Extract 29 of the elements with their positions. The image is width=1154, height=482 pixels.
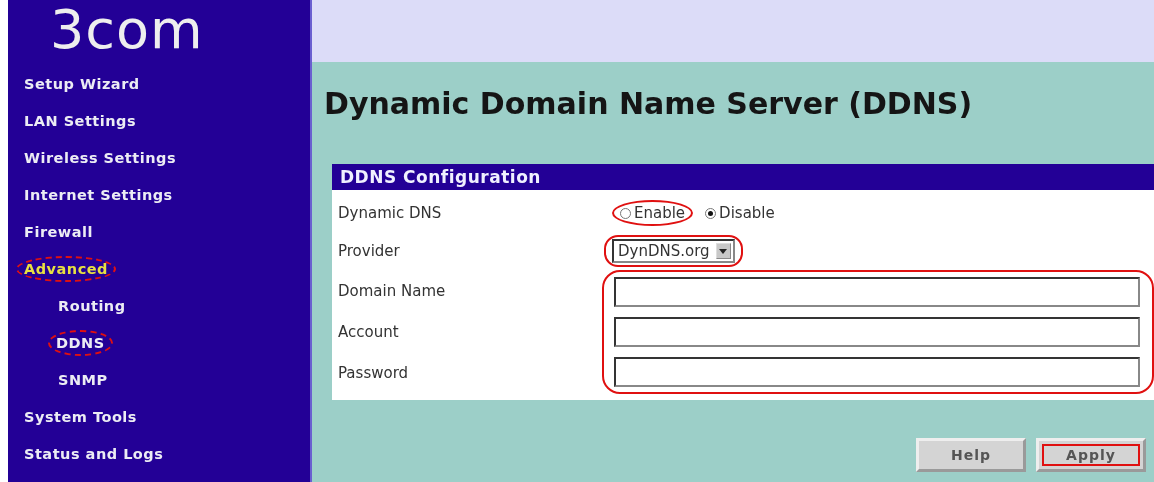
dropdown-arrow-icon [719,248,728,254]
radio-option[interactable]: Disable [697,200,783,226]
field-label: Account [337,322,400,343]
nav-item[interactable]: Firewall [20,222,97,242]
nav-item[interactable]: DDNS [48,330,113,356]
field-label: Dynamic DNS [337,203,443,224]
radio-button[interactable] [620,207,631,219]
action-button[interactable]: Apply [1036,438,1146,472]
radio-button[interactable] [705,207,717,219]
panel-title: DDNS Configuration [332,164,1154,190]
nav-item[interactable]: Wireless Settings [20,148,180,168]
input-field[interactable] [614,277,1140,307]
input-field[interactable] [614,357,1140,387]
page-title: Dynamic Domain Name Server (DDNS) [324,85,974,123]
radio-option[interactable]: Enable [612,200,694,226]
nav-item[interactable]: Internet Settings [20,185,177,205]
field-label: Domain Name [337,280,447,302]
nav-item[interactable]: Status and Logs [20,444,168,464]
action-button[interactable]: Help [916,438,1026,472]
nav-item[interactable]: SNMP [54,370,112,390]
field-label: Password [337,363,410,385]
nav-item[interactable]: Setup Wizard [20,74,144,94]
field-label: Provider [337,241,401,262]
provider-dropdown[interactable]: DynDNS.org [612,239,735,263]
input-field[interactable] [614,317,1140,347]
brand-logo: 3com [50,0,205,60]
nav-item[interactable]: Routing [54,296,130,316]
nav-item[interactable]: System Tools [20,407,141,427]
nav-item[interactable]: LAN Settings [20,111,141,131]
